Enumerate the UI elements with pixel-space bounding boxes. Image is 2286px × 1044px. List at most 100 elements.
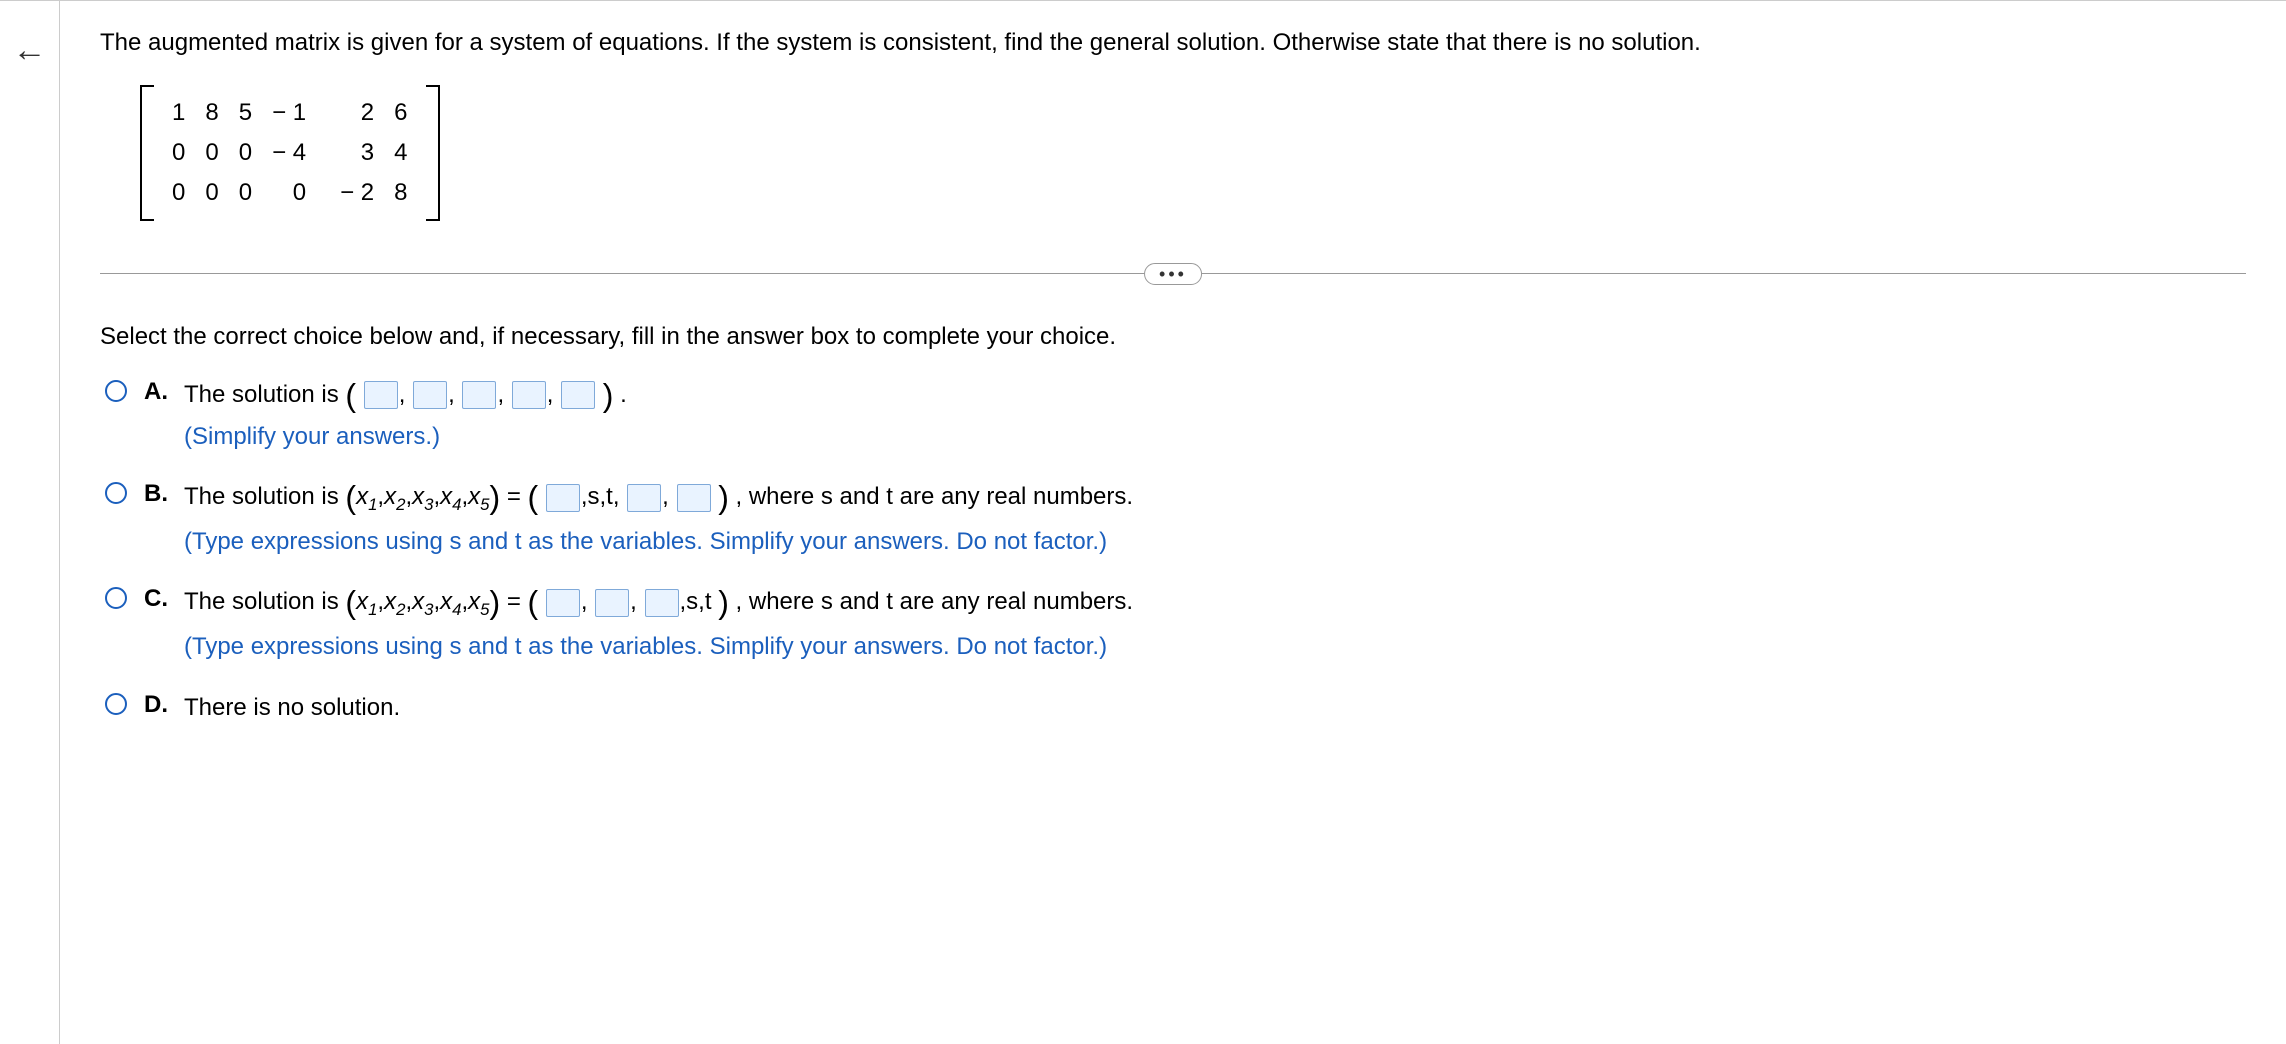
var-x2: x2 [384, 588, 405, 615]
var-x1: x1 [356, 483, 377, 510]
var-x3: x3 [412, 588, 433, 615]
answer-input[interactable] [645, 589, 679, 617]
matrix-cell: 0 [229, 173, 262, 213]
matrix-cell: 0 [195, 173, 228, 213]
close-paren-icon: ) [489, 480, 500, 516]
matrix-cell: 3 [316, 133, 384, 173]
choice-instruction: Select the correct choice below and, if … [100, 323, 2246, 351]
var-x5: x5 [468, 588, 489, 615]
question-prompt: The augmented matrix is given for a syst… [100, 26, 2246, 60]
section-divider: ••• [100, 263, 2246, 283]
choice-a-tail: . [620, 381, 627, 408]
var-x5: x5 [468, 483, 489, 510]
choice-c-radio[interactable] [105, 587, 127, 609]
answer-input[interactable] [546, 589, 580, 617]
left-gutter: ← [0, 1, 60, 1044]
choice-c-body: The solution is (x1,x2,x3,x4,x5) = ( , ,… [184, 583, 2246, 666]
equals-sign: = [507, 483, 528, 510]
choice-b-tail: , where s and t are any real numbers. [736, 483, 1134, 510]
comma: , [497, 381, 504, 408]
mid-text: , [662, 483, 669, 510]
matrix-table: 1 8 5 − 1 2 6 0 0 0 − 4 3 4 0 0 [162, 93, 418, 213]
answer-input[interactable] [462, 381, 496, 409]
choice-a-radio[interactable] [105, 380, 127, 402]
matrix-cell: 8 [195, 93, 228, 133]
answer-input[interactable] [512, 381, 546, 409]
answer-choices: A. The solution is ( , , , , ) . (Simpli… [100, 376, 2246, 727]
comma: , [547, 381, 554, 408]
matrix-row: 0 0 0 − 4 3 4 [162, 133, 418, 173]
matrix-cell: 5 [229, 93, 262, 133]
open-paren-icon: ( [345, 377, 356, 413]
content-area: The augmented matrix is given for a syst… [60, 1, 2286, 1044]
var-x4: x4 [440, 483, 461, 510]
comma: , [448, 381, 455, 408]
answer-input[interactable] [627, 484, 661, 512]
matrix-cell: 8 [384, 173, 417, 213]
matrix-row: 1 8 5 − 1 2 6 [162, 93, 418, 133]
equals-sign: = [507, 588, 528, 615]
var-x4: x4 [440, 588, 461, 615]
choice-d: D. There is no solution. [100, 689, 2246, 727]
open-paren-icon: ( [345, 480, 356, 516]
open-paren-icon: ( [345, 585, 356, 621]
var-x3: x3 [412, 483, 433, 510]
answer-input[interactable] [677, 484, 711, 512]
close-paren-icon: ) [718, 480, 729, 516]
close-paren-icon: ) [603, 377, 614, 413]
close-paren-icon: ) [489, 585, 500, 621]
matrix-row: 0 0 0 0 − 2 8 [162, 173, 418, 213]
matrix-cell: − 4 [262, 133, 316, 173]
choice-letter: B. [144, 480, 170, 508]
choice-c-hint: (Type expressions using s and t as the v… [184, 628, 2246, 666]
mid-text: , [581, 588, 588, 615]
choice-b-lead: The solution is [184, 483, 345, 510]
mid-text: , [630, 588, 637, 615]
answer-input[interactable] [364, 381, 398, 409]
matrix-cell: 0 [162, 173, 195, 213]
choice-a: A. The solution is ( , , , , ) . (Simpli… [100, 376, 2246, 457]
var-x1: x1 [356, 588, 377, 615]
choice-c-tail: , where s and t are any real numbers. [736, 588, 1134, 615]
choice-b-hint: (Type expressions using s and t as the v… [184, 523, 2246, 561]
var-x2: x2 [384, 483, 405, 510]
comma: , [399, 381, 406, 408]
matrix-cell: 0 [195, 133, 228, 173]
choice-letter: A. [144, 378, 170, 406]
open-paren-icon: ( [528, 585, 539, 621]
choice-d-body: There is no solution. [184, 689, 2246, 727]
answer-input[interactable] [546, 484, 580, 512]
open-paren-icon: ( [528, 480, 539, 516]
choice-a-body: The solution is ( , , , , ) . (Simplify … [184, 376, 2246, 457]
choice-letter: D. [144, 691, 170, 719]
matrix-cell: 1 [162, 93, 195, 133]
choice-c-lead: The solution is [184, 588, 345, 615]
answer-input[interactable] [413, 381, 447, 409]
choice-letter: C. [144, 585, 170, 613]
augmented-matrix: 1 8 5 − 1 2 6 0 0 0 − 4 3 4 0 0 [140, 85, 440, 221]
back-arrow-icon[interactable]: ← [13, 31, 47, 70]
matrix-cell: 0 [229, 133, 262, 173]
mid-text: ,s,t, [581, 483, 620, 510]
close-paren-icon: ) [718, 585, 729, 621]
matrix-cell: 4 [384, 133, 417, 173]
mid-text: ,s,t [680, 588, 712, 615]
question-page: ← The augmented matrix is given for a sy… [0, 0, 2286, 1044]
choice-d-text: There is no solution. [184, 694, 400, 721]
choice-a-lead: The solution is [184, 381, 345, 408]
answer-input[interactable] [595, 589, 629, 617]
expand-ellipsis-button[interactable]: ••• [1144, 263, 1202, 285]
matrix-cell: − 2 [316, 173, 384, 213]
choice-c: C. The solution is (x1,x2,x3,x4,x5) = ( … [100, 583, 2246, 666]
matrix-cell: 2 [316, 93, 384, 133]
choice-d-radio[interactable] [105, 693, 127, 715]
matrix-cell: 0 [262, 173, 316, 213]
matrix-cell: 0 [162, 133, 195, 173]
choice-a-hint: (Simplify your answers.) [184, 418, 2246, 456]
matrix-cell: 6 [384, 93, 417, 133]
choice-b-radio[interactable] [105, 482, 127, 504]
choice-b: B. The solution is (x1,x2,x3,x4,x5) = ( … [100, 478, 2246, 561]
choice-b-body: The solution is (x1,x2,x3,x4,x5) = ( ,s,… [184, 478, 2246, 561]
matrix-cell: − 1 [262, 93, 316, 133]
answer-input[interactable] [561, 381, 595, 409]
